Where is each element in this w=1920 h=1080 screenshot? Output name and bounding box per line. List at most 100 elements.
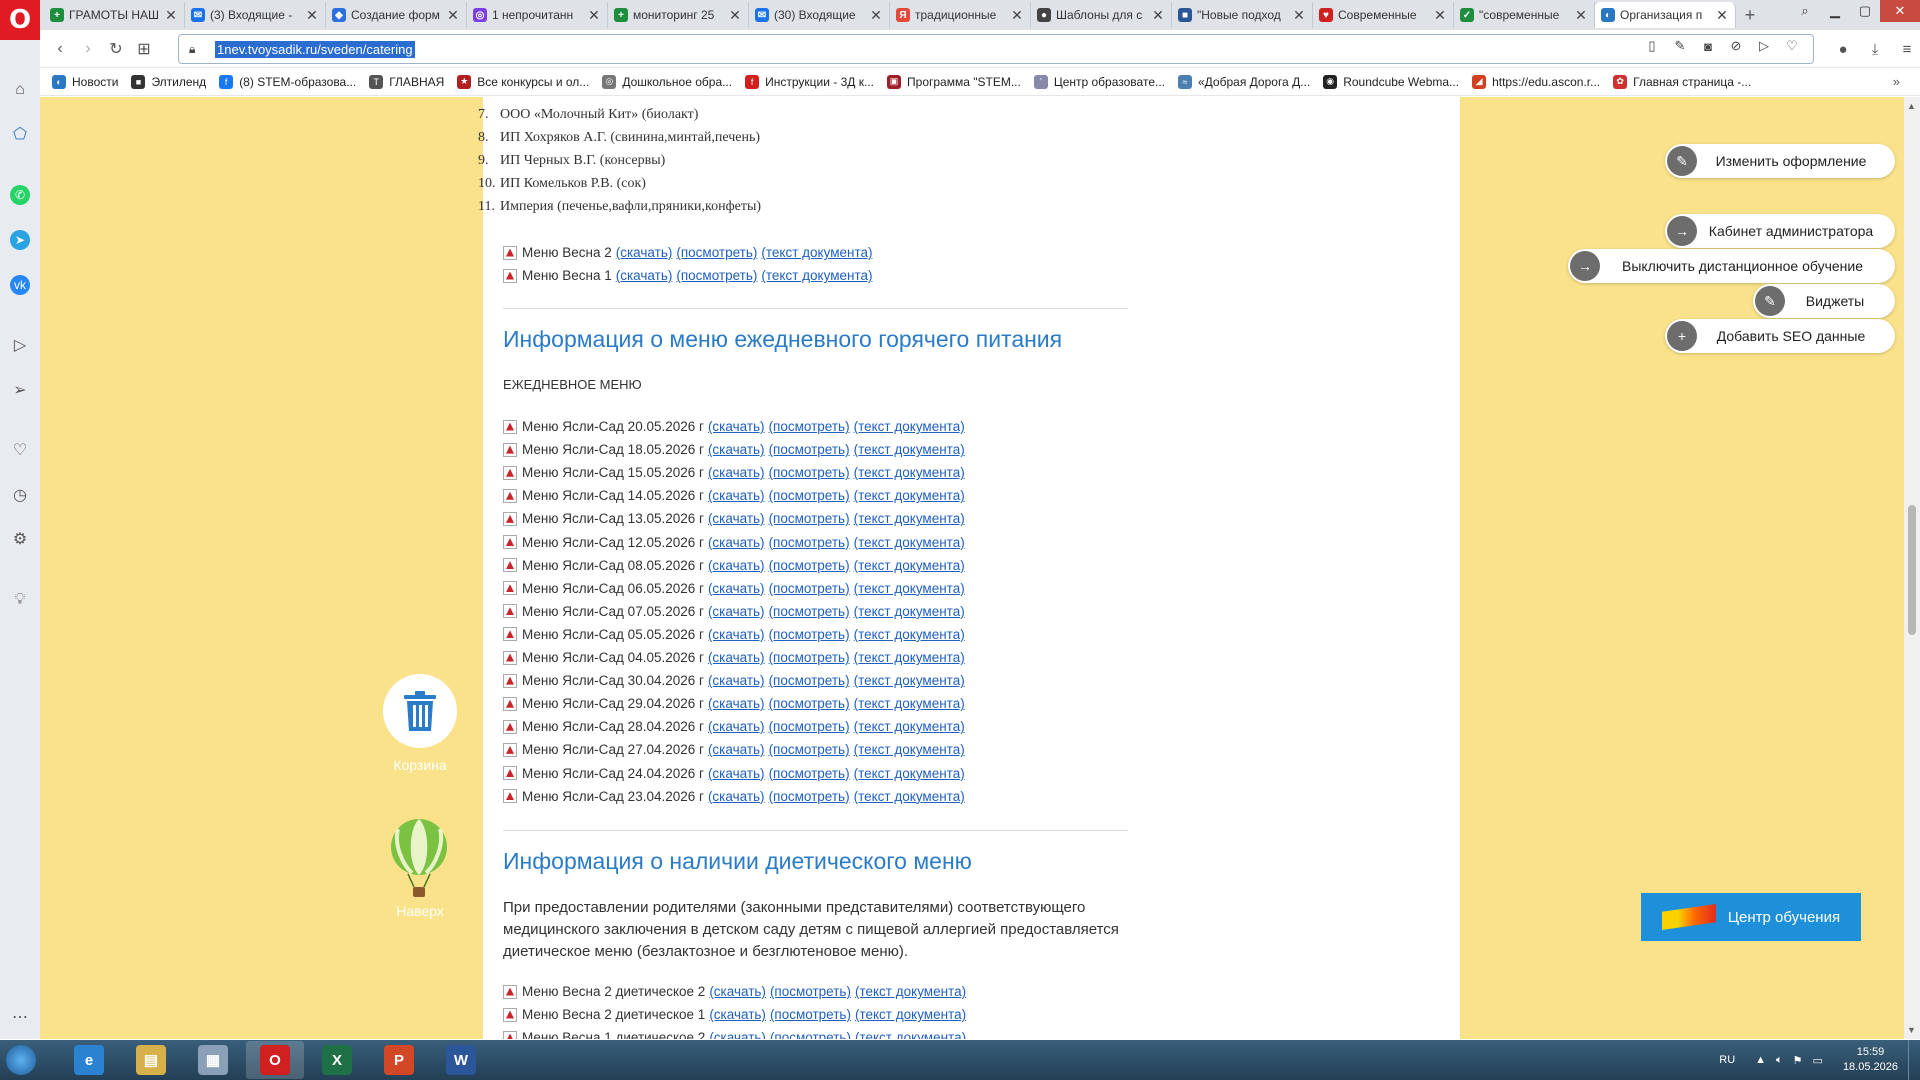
volume-icon[interactable]: 🔈︎ <box>1776 1054 1783 1067</box>
telegram-icon[interactable]: ➤ <box>10 230 30 250</box>
flag-icon[interactable]: ⚑ <box>1793 1054 1803 1067</box>
browser-tab[interactable]: ◐ Организация п ✕ <box>1595 2 1736 28</box>
search-tabs-icon[interactable]: ⌕ <box>1790 0 1820 22</box>
view-link[interactable]: (посмотреть) <box>769 719 850 734</box>
browser-tab[interactable]: ✓ "современные ✕ <box>1454 2 1595 28</box>
bookmark-item[interactable]: ▣ Программа "STEM... <box>887 74 1021 89</box>
close-tab-icon[interactable]: ✕ <box>587 7 601 24</box>
admin-cabinet-button[interactable]: → Кабинет администратора <box>1665 214 1895 248</box>
download-link[interactable]: (скачать) <box>709 984 766 999</box>
browser-tab[interactable]: ✉ (3) Входящие - ✕ <box>185 2 326 28</box>
document-text-link[interactable]: (текст документа) <box>854 511 965 526</box>
flow-icon[interactable]: ➢ <box>8 378 32 402</box>
trash-label[interactable]: Корзина <box>380 757 460 773</box>
download-link[interactable]: (скачать) <box>708 696 765 711</box>
file-explorer-taskbar-icon[interactable]: ▤ <box>122 1041 180 1079</box>
browser-tab[interactable]: ◎ 1 непрочитанн ✕ <box>467 2 608 28</box>
forward-button[interactable]: › <box>74 35 102 63</box>
tray-arrow-icon[interactable]: ▲ <box>1755 1054 1766 1066</box>
close-tab-icon[interactable]: ✕ <box>869 7 883 24</box>
bookmark-item[interactable]: f Инструкции - 3Д к... <box>745 74 874 89</box>
reader-icon[interactable]: ▯ <box>1644 38 1660 54</box>
view-link[interactable]: (посмотреть) <box>770 984 851 999</box>
download-link[interactable]: (скачать) <box>708 742 765 757</box>
bookmark-item[interactable]: ◢ https://edu.ascon.r... <box>1472 74 1600 89</box>
browser-tab[interactable]: ◆ Создание форм ✕ <box>326 2 467 28</box>
download-link[interactable]: (скачать) <box>708 673 765 688</box>
close-window-button[interactable]: ✕ <box>1880 0 1920 22</box>
bookmark-item[interactable]: ✿ Главная страница -... <box>1613 74 1751 89</box>
new-tab-button[interactable]: + <box>1736 2 1764 28</box>
back-button[interactable]: ‹ <box>46 35 74 63</box>
scroll-top-label[interactable]: Наверх <box>380 903 460 919</box>
excel-taskbar-icon[interactable]: X <box>308 1041 366 1079</box>
document-text-link[interactable]: (текст документа) <box>854 535 965 550</box>
show-desktop-button[interactable] <box>1908 1040 1920 1080</box>
bookmark-item[interactable]: ≈ «Добрая Дорога Д... <box>1178 74 1310 89</box>
document-text-link[interactable]: (текст документа) <box>854 742 965 757</box>
edit-icon[interactable]: ✎ <box>1672 38 1688 54</box>
document-text-link[interactable]: (текст документа) <box>854 650 965 665</box>
more-bookmarks-icon[interactable]: » <box>1893 74 1900 89</box>
download-link[interactable]: (скачать) <box>708 604 765 619</box>
browser-tab[interactable]: Ятрадиционные ✕ <box>890 2 1031 28</box>
view-link[interactable]: (посмотреть) <box>769 604 850 619</box>
browser-tab[interactable]: ■ "Новые подход ✕ <box>1172 2 1313 28</box>
download-link[interactable]: (скачать) <box>708 558 765 573</box>
close-tab-icon[interactable]: ✕ <box>164 7 178 24</box>
internet-explorer-taskbar-icon[interactable]: e <box>60 1041 118 1079</box>
settings-icon[interactable]: ⚙ <box>8 527 32 551</box>
download-link[interactable]: (скачать) <box>708 766 765 781</box>
download-link[interactable]: (скачать) <box>708 627 765 642</box>
download-link[interactable]: (скачать) <box>708 789 765 804</box>
bookmark-item[interactable]: ◐ Новости <box>52 74 118 89</box>
download-icon[interactable]: ⤓ <box>1862 36 1888 62</box>
change-design-button[interactable]: ✎ Изменить оформление <box>1665 144 1895 178</box>
view-link[interactable]: (посмотреть) <box>769 419 850 434</box>
download-link[interactable]: (скачать) <box>708 419 765 434</box>
document-text-link[interactable]: (текст документа) <box>854 604 965 619</box>
document-text-link[interactable]: (текст документа) <box>854 465 965 480</box>
bookmark-item[interactable]: f (8) STEM-образова... <box>219 74 356 89</box>
scrollbar-thumb[interactable] <box>1908 505 1916 635</box>
scroll-down-icon[interactable]: ▼ <box>1907 1025 1916 1035</box>
disable-distance-learning-button[interactable]: → Выключить дистанционное обучение <box>1568 249 1895 283</box>
url-field[interactable]: 🔒︎ 1nev.tvoysadik.ru/sveden/catering <box>178 34 1814 64</box>
bookmark-item[interactable]: T ГЛАВНАЯ <box>369 74 444 89</box>
calculator-taskbar-icon[interactable]: ▦ <box>184 1041 242 1079</box>
close-tab-icon[interactable]: ✕ <box>446 7 460 24</box>
close-tab-icon[interactable]: ✕ <box>305 7 319 24</box>
tab-grid-icon[interactable]: ⊞ <box>130 35 158 63</box>
network-icon[interactable]: ▭ <box>1813 1054 1823 1067</box>
opera-menu-icon[interactable]: O <box>0 0 40 40</box>
view-link[interactable]: (посмотреть) <box>769 535 850 550</box>
hot-air-balloon-icon[interactable] <box>388 819 450 899</box>
download-link[interactable]: (скачать) <box>708 488 765 503</box>
document-text-link[interactable]: (текст документа) <box>854 719 965 734</box>
page-scrollbar[interactable]: ▲ ▼ <box>1904 97 1920 1039</box>
document-text-link[interactable]: (текст документа) <box>855 984 966 999</box>
extensions-icon[interactable]: ⬠ <box>8 122 32 146</box>
browser-tab[interactable]: ✉ (30) Входящие ✕ <box>749 2 890 28</box>
opera-taskbar-icon[interactable]: O <box>246 1041 304 1079</box>
document-text-link[interactable]: (текст документа) <box>854 488 965 503</box>
document-text-link[interactable]: (текст документа) <box>854 627 965 642</box>
menu-icon[interactable]: ≡ <box>1894 36 1920 62</box>
clock[interactable]: 15:59 18.05.2026 <box>1843 1045 1898 1075</box>
trash-widget[interactable] <box>383 674 457 748</box>
minimize-button[interactable]: ▁ <box>1820 0 1850 22</box>
view-link[interactable]: (посмотреть) <box>676 268 757 283</box>
close-tab-icon[interactable]: ✕ <box>1010 7 1024 24</box>
view-link[interactable]: (посмотреть) <box>770 1007 851 1022</box>
player-icon[interactable]: ▷ <box>8 333 32 357</box>
download-link[interactable]: (скачать) <box>708 442 765 457</box>
view-link[interactable]: (посмотреть) <box>769 696 850 711</box>
profile-icon[interactable]: ● <box>1830 36 1856 62</box>
document-text-link[interactable]: (текст документа) <box>761 245 872 260</box>
favorites-icon[interactable]: ♡ <box>8 438 32 462</box>
download-link[interactable]: (скачать) <box>708 650 765 665</box>
view-link[interactable]: (посмотреть) <box>769 673 850 688</box>
browser-tab[interactable]: + мониторинг 25 ✕ <box>608 2 749 28</box>
view-link[interactable]: (посмотреть) <box>769 766 850 781</box>
view-link[interactable]: (посмотреть) <box>769 511 850 526</box>
